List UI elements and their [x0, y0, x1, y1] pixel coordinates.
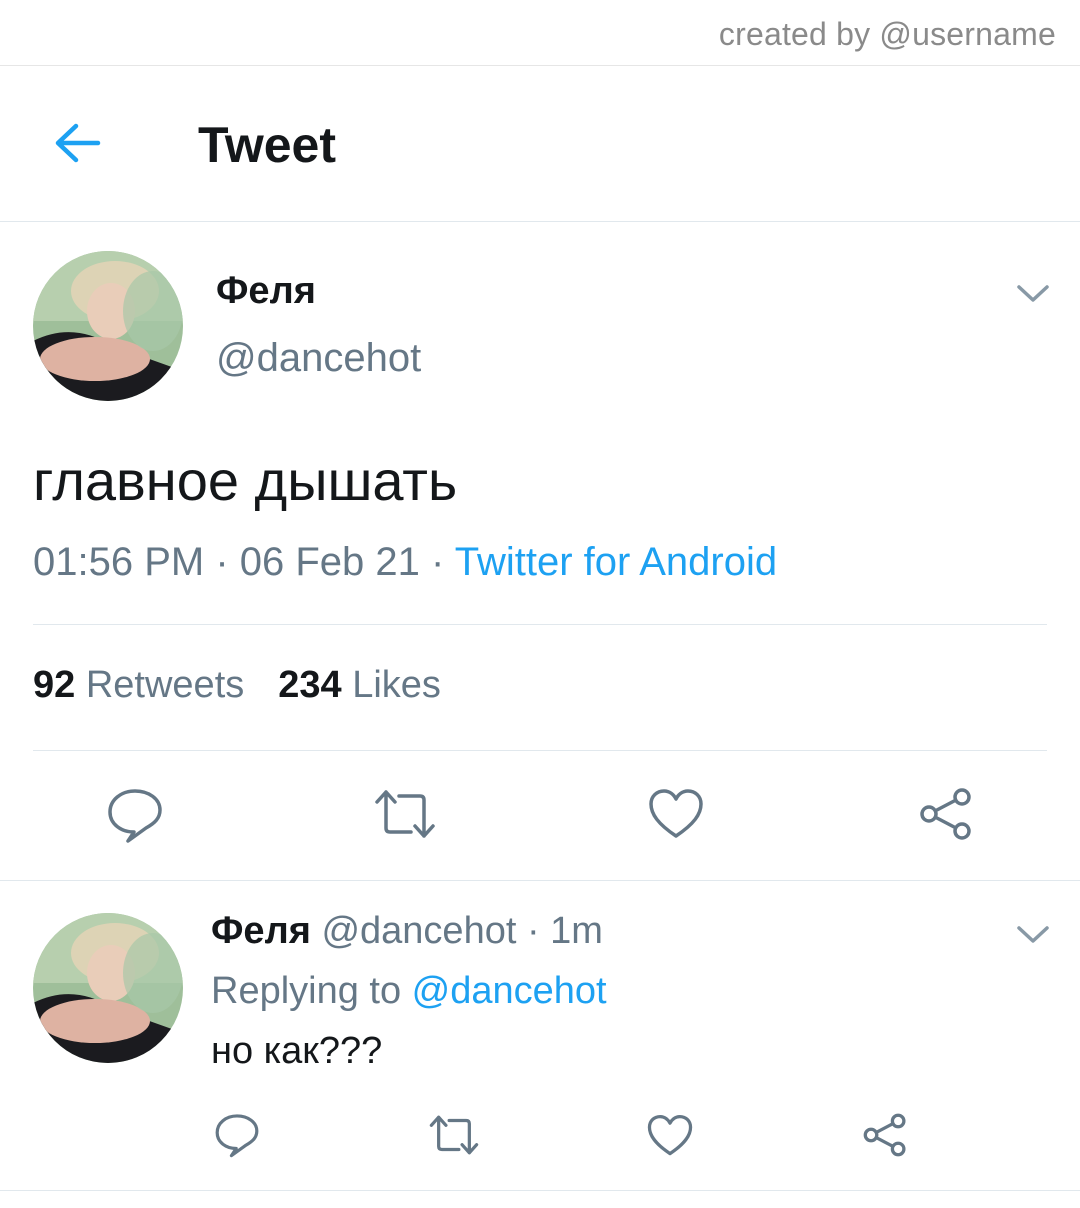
top-bar: Tweet: [0, 66, 1080, 222]
retweets-count: 92: [33, 664, 76, 706]
reply-like-button[interactable]: [647, 1114, 693, 1162]
watermark-text: created by @username: [718, 16, 1056, 52]
replying-to-label: Replying to: [211, 970, 412, 1012]
back-button[interactable]: [50, 118, 106, 168]
like-button[interactable]: [648, 788, 704, 845]
share-button[interactable]: [918, 786, 974, 847]
divider: [33, 750, 1047, 751]
like-icon: [649, 789, 703, 838]
share-icon: [863, 1113, 906, 1157]
reply-author-name[interactable]: Феля: [211, 910, 311, 952]
divider: [33, 624, 1047, 625]
meta-separator: ·: [516, 910, 551, 952]
reply-avatar[interactable]: [33, 913, 183, 1063]
meta-separator: ·: [204, 540, 240, 584]
tweet-menu-button[interactable]: [1016, 283, 1050, 305]
reply-text: но как???: [211, 1030, 383, 1072]
reply-button[interactable]: [106, 786, 164, 849]
page-title: Tweet: [198, 117, 336, 173]
reply-header: Феля @dancehot · 1m: [211, 910, 603, 953]
share-icon: [920, 788, 971, 840]
likes-stat[interactable]: 234 Likes: [278, 664, 441, 706]
tweet-date: 06 Feb 21: [239, 540, 420, 584]
avatar-photo: [33, 251, 183, 401]
watermark-bar: created by @username: [0, 0, 1080, 66]
section-divider: [0, 880, 1080, 881]
reply-reply-button[interactable]: [214, 1112, 260, 1163]
chevron-down-icon: [1017, 285, 1049, 302]
tweet-source-link[interactable]: Twitter for Android: [455, 540, 777, 584]
retweet-icon: [429, 1115, 479, 1155]
retweet-icon: [375, 790, 435, 838]
author-handle[interactable]: @dancehot: [216, 336, 421, 381]
reply-menu-button[interactable]: [1016, 924, 1050, 946]
chevron-down-icon: [1017, 926, 1049, 943]
avatar[interactable]: [33, 251, 183, 401]
tweet-time: 01:56 PM: [33, 540, 205, 584]
reply-icon: [215, 1114, 259, 1158]
tweet-metadata: 01:56 PM · 06 Feb 21 · Twitter for Andro…: [33, 540, 777, 585]
retweets-stat[interactable]: 92 Retweets: [33, 664, 244, 706]
avatar-photo: [33, 913, 183, 1063]
reply-author-handle[interactable]: @dancehot: [321, 910, 516, 952]
arrow-left-icon: [55, 123, 101, 163]
likes-count: 234: [278, 664, 342, 706]
reply-share-button[interactable]: [862, 1112, 908, 1163]
retweets-label: Retweets: [85, 664, 245, 706]
engagement-stats: 92 Retweets 234 Likes: [33, 664, 441, 707]
reply-timestamp: 1m: [550, 910, 603, 952]
reply-retweet-button[interactable]: [428, 1114, 480, 1161]
tweet-text: главное дышать: [33, 449, 458, 512]
meta-separator: ·: [419, 540, 455, 584]
replying-to-mention[interactable]: @dancehot: [412, 970, 607, 1012]
replying-to: Replying to @dancehot: [211, 970, 607, 1013]
likes-label: Likes: [352, 664, 441, 706]
like-icon: [647, 1114, 693, 1156]
section-divider: [0, 1190, 1080, 1191]
reply-icon: [108, 789, 162, 843]
retweet-button[interactable]: [373, 788, 437, 845]
author-name[interactable]: Феля: [216, 270, 316, 313]
